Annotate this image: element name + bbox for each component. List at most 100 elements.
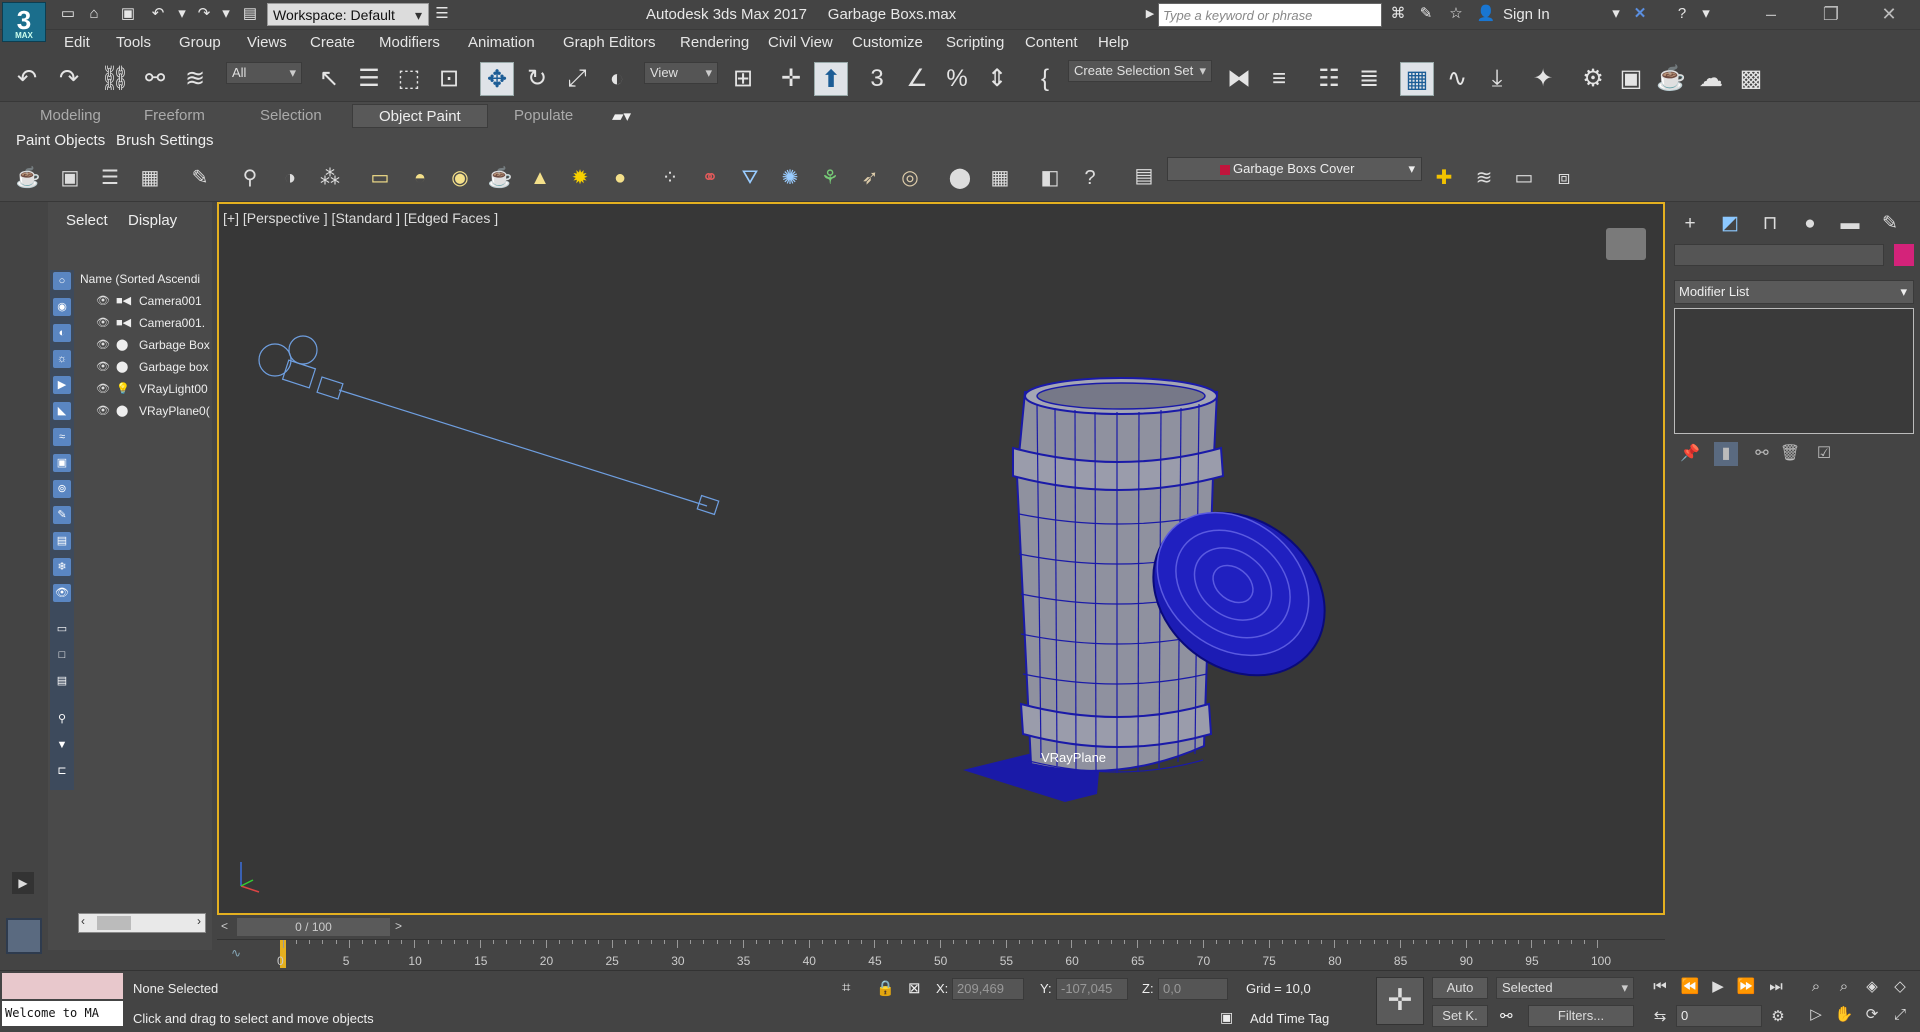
app-logo[interactable]: 3 MAX [2,2,46,42]
rendered-frame-window-icon[interactable]: ▣ [1614,62,1648,96]
display-lights-icon[interactable]: ☼ [53,350,71,368]
current-frame-field[interactable]: 0 [1676,1005,1762,1027]
display-groups-icon[interactable]: ▣ [53,454,71,472]
selection-lock-icon[interactable]: 🔒 [876,979,895,997]
clipper-icon[interactable]: ⛛ [736,164,764,192]
reference-coordinate-dropdown[interactable]: View [644,62,718,84]
menu-group[interactable]: Group [179,34,221,51]
particles-icon[interactable]: ⁂ [316,164,344,192]
select-object-icon[interactable]: ↖ [312,62,346,96]
binoculars-icon[interactable]: ⌘ [1388,5,1408,23]
displacement-icon[interactable]: ◎ [896,164,924,192]
list-icon[interactable]: ☰ [96,164,124,192]
go-to-start-icon[interactable]: ⏮ [1650,977,1670,997]
redo-icon[interactable]: ↷ [52,62,86,96]
orbit-icon[interactable]: ⟳ [1862,1005,1882,1025]
maxscript-listener[interactable] [2,973,123,999]
render-iterative-icon[interactable]: ☁ [1694,62,1728,96]
angle-snap-icon[interactable]: ∠ [900,62,934,96]
mirror-icon[interactable]: ⧓ [1222,62,1256,96]
vray-sphere-icon[interactable]: ✺ [776,164,804,192]
undo-dropdown-icon[interactable]: ▾ [172,5,192,23]
show-end-result-icon[interactable]: ▮ [1714,442,1738,466]
scene-explorer-scrollbar[interactable]: ‹ › [78,913,206,933]
material-sphere-icon[interactable]: ⬤ [946,164,974,192]
teapot-primitive-icon[interactable]: ☕ [486,164,514,192]
new-file-icon[interactable]: ▭ [58,5,78,23]
visibility-eye-icon[interactable]: 👁 [96,400,110,422]
favorites-star-icon[interactable]: ☆ [1446,5,1466,23]
paint-options-icon[interactable]: ⧈ [1550,164,1578,192]
display-geometry-icon[interactable]: ◉ [53,298,71,316]
selection-filter-dropdown[interactable]: All [226,62,302,84]
list-item[interactable]: 👁 ⬤ VRayPlane0( [76,400,210,422]
modifier-stack[interactable] [1674,308,1914,434]
menu-animation[interactable]: Animation [468,34,535,51]
sphere-icon[interactable]: ◉ [446,164,474,192]
remove-modifier-icon[interactable]: 🗑 [1778,442,1802,466]
play-icon[interactable]: ▶ [1708,977,1728,997]
display-bones-icon[interactable]: ✎ [53,506,71,524]
maxscript-mini-listener[interactable]: Welcome to MA [2,1001,123,1026]
set-key-icon[interactable]: ✛ [1376,977,1424,1025]
quick-access-menu-icon[interactable]: ☰ [432,5,452,23]
ribbon-options-icon[interactable]: ▰▾ [612,107,631,125]
project-folder-icon[interactable]: ▤ [240,5,260,23]
next-frame-icon[interactable]: ⏩ [1736,977,1756,997]
key-filters-button[interactable]: Filters... [1528,1005,1634,1027]
select-and-place-icon[interactable]: ◐ [600,62,634,96]
snaps-toggle-icon[interactable]: 3 [860,62,894,96]
go-to-end-icon[interactable]: ⏭ [1766,977,1786,997]
spinner-snap-icon[interactable]: ⇕ [980,62,1014,96]
menu-views[interactable]: Views [247,34,287,51]
tab-select[interactable]: Select [66,212,108,229]
subtab-brush-settings[interactable]: Brush Settings [116,132,214,149]
display-hidden-icon[interactable]: 👁 [53,584,71,602]
render-elements-icon[interactable]: ▦ [986,164,1014,192]
menu-edit[interactable]: Edit [64,34,90,51]
sun-icon[interactable]: ✹ [566,164,594,192]
paint-layers-icon[interactable]: ▤ [1130,162,1158,190]
menu-graph-editors[interactable]: Graph Editors [563,34,656,51]
subtab-paint-objects[interactable]: Paint Objects [16,132,105,149]
pick-object-icon[interactable]: ✚ [1430,164,1458,192]
unlink-icon[interactable]: ⚯ [138,62,172,96]
motion-tab-icon[interactable]: ● [1796,210,1824,238]
schematic-view-icon[interactable]: ⤓ [1480,62,1514,96]
make-unique-icon[interactable]: ⚯ [1750,442,1774,466]
hierarchy-tab-icon[interactable]: ⊓ [1756,210,1784,238]
modifier-list-dropdown[interactable]: Modifier List [1674,280,1914,304]
display-none-filter-icon[interactable]: □ [53,646,71,664]
select-by-name-icon[interactable]: ☰ [352,62,386,96]
modify-tab-icon[interactable]: ◩ [1716,210,1744,238]
undo-icon[interactable]: ↶ [148,5,168,23]
bookmark-icon[interactable]: ⊏ [53,762,71,780]
undo-icon[interactable]: ↶ [10,62,44,96]
box-icon[interactable]: ▭ [366,164,394,192]
absolute-mode-icon[interactable]: ⊠ [908,979,921,997]
help-dropdown-icon[interactable]: ▾ [1696,5,1716,23]
scroll-right-icon[interactable]: › [197,914,201,928]
display-tab-icon[interactable]: ▬ [1836,210,1864,238]
help-circle-icon[interactable]: ? [1076,164,1104,192]
paint-light-icon[interactable]: ✎ [186,164,214,192]
keyboard-shortcut-override-icon[interactable]: ⬆ [814,62,848,96]
redo-dropdown-icon[interactable]: ▾ [216,5,236,23]
help-icon[interactable]: ? [1672,5,1692,23]
proxy-icon[interactable]: ⚭ [696,164,724,192]
slider-next-icon[interactable]: > [395,919,402,933]
select-and-scale-icon[interactable]: ⤢ [560,62,594,96]
menu-help[interactable]: Help [1098,34,1129,51]
object-name-field[interactable] [1674,244,1884,266]
field-of-view-icon[interactable]: ▷ [1806,1005,1826,1025]
object-color-swatch[interactable] [1894,244,1914,266]
previous-frame-icon[interactable]: ⏪ [1680,977,1700,997]
hf-icon[interactable]: ➶ [856,164,884,192]
viewport-layout-icon[interactable] [6,918,42,954]
list-item[interactable]: 👁 ■◀ Camera001 [76,290,210,312]
close-icon[interactable]: ✕ [1864,0,1914,30]
display-spacewarps-icon[interactable]: ≈ [53,428,71,446]
menu-scripting[interactable]: Scripting [946,34,1004,51]
window-crossing-icon[interactable]: ⊡ [432,62,466,96]
x-coordinate-field[interactable]: 209,469 [952,978,1024,1000]
